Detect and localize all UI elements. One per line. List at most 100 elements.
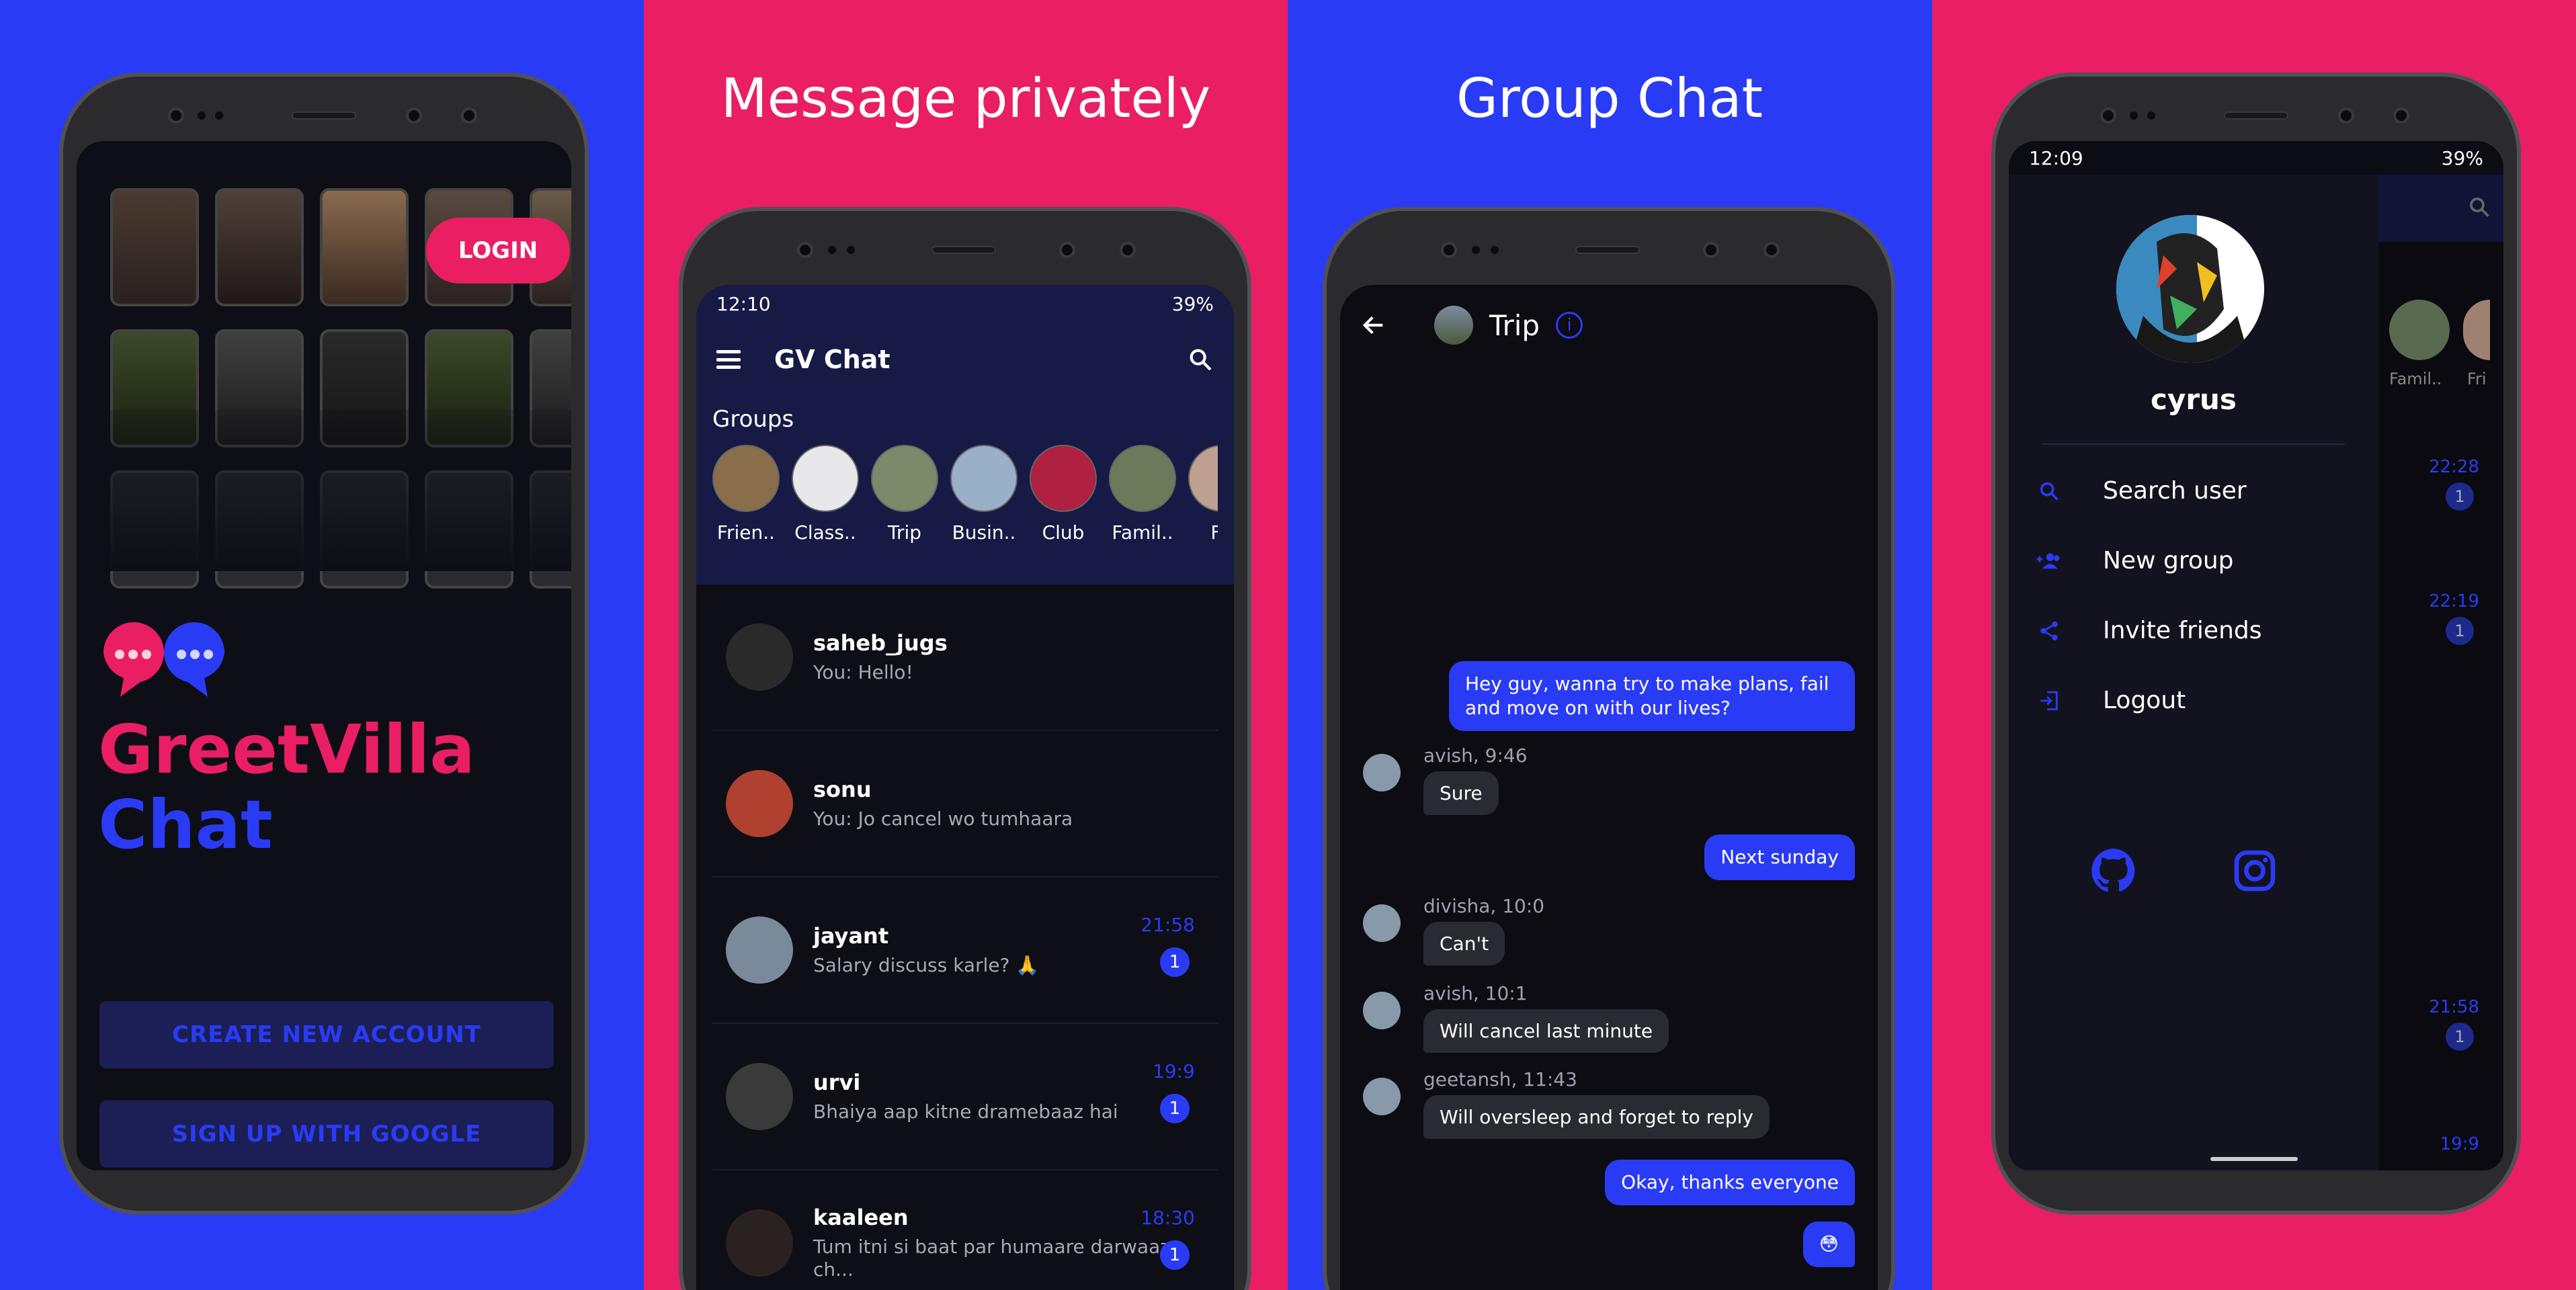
- chat-time: 18:30: [1140, 1207, 1195, 1229]
- chat-name: jayant: [813, 923, 889, 949]
- group-avatar: [871, 445, 938, 512]
- chat-row[interactable]: jayant Salary discuss karle? 🙏 21:58 1: [712, 877, 1218, 1024]
- unread-badge: 1: [1160, 1094, 1190, 1123]
- status-bar: 12:09 39%: [2009, 141, 2503, 175]
- chat-time: 19:9: [1153, 1060, 1195, 1082]
- google-signup-button[interactable]: SIGN UP WITH GOOGLE: [99, 1101, 554, 1168]
- chat-title: Trip: [1489, 308, 1540, 342]
- share-icon: [2040, 621, 2058, 640]
- group-item[interactable]: Club: [1030, 445, 1097, 544]
- unread-badge: 1: [2446, 617, 2474, 645]
- phone-screen: LOGIN GreetVilla Chat CREATE NEW ACCOUNT…: [77, 141, 571, 1170]
- search-icon[interactable]: [1187, 346, 1214, 373]
- menu-icon[interactable]: [716, 350, 741, 369]
- chat-last-message: You: Hello!: [813, 661, 913, 683]
- status-battery: 39%: [1171, 292, 1214, 315]
- gesture-handle: [2210, 1157, 2298, 1161]
- avatar: [1363, 1078, 1401, 1115]
- message-bubble-outgoing[interactable]: Okay, thanks everyone: [1605, 1160, 1855, 1205]
- group-avatar: [950, 445, 1017, 512]
- menu-item-search-user[interactable]: Search user: [2036, 477, 2247, 505]
- group-name: Frien..: [716, 521, 776, 544]
- group-avatar: [1188, 445, 1218, 512]
- avatar-tile: [320, 188, 409, 306]
- background-app-bar: [2378, 175, 2503, 242]
- message-bubble-incoming[interactable]: Will oversleep and forget to reply: [1423, 1095, 1770, 1139]
- login-button[interactable]: LOGIN: [426, 218, 570, 284]
- background-chat-list: Famil.. Fri 22:28 1 22:19 1 21:58 1 19:9: [2378, 175, 2503, 1170]
- status-time: 12:09: [2029, 146, 2083, 169]
- group-item[interactable]: Class..: [792, 445, 859, 544]
- phone-frame: 12:09 39% Famil.. Fri 22:28 1 22:19 1 21…: [1991, 73, 2521, 1215]
- sensor: [1491, 246, 1499, 254]
- message-bubble-incoming[interactable]: Sure: [1423, 771, 1499, 815]
- search-icon: [2470, 198, 2489, 217]
- chat-time: 19:9: [2440, 1134, 2479, 1154]
- message-bubble-outgoing[interactable]: Next sunday: [1704, 834, 1855, 880]
- chat-time: 21:58: [1140, 914, 1195, 936]
- status-bar: 12:10 39%: [696, 285, 1234, 322]
- menu-item-logout[interactable]: Logout: [2036, 687, 2186, 714]
- menu-item-invite-friends[interactable]: Invite friends: [2036, 617, 2262, 644]
- front-camera: [461, 108, 477, 124]
- avatar: [726, 916, 793, 984]
- phone-speaker: [292, 112, 356, 120]
- chat-last-message: You: Jo cancel wo tumhaara: [813, 808, 1073, 830]
- info-icon[interactable]: i: [1556, 312, 1583, 339]
- avatar: [1363, 904, 1401, 942]
- message-sender-time: geetansh, 11:43: [1423, 1068, 1577, 1090]
- chat-row[interactable]: urvi Bhaiya aap kitne dramebaaz hai 19:9 1: [712, 1024, 1218, 1170]
- group-item[interactable]: Famil..: [1109, 445, 1176, 544]
- front-camera: [168, 108, 184, 124]
- chat-row[interactable]: saheb_jugs You: Hello!: [712, 585, 1218, 731]
- chat-time: 22:28: [2429, 457, 2479, 477]
- chat-row[interactable]: kaaleen Tum itni si baat par humaare darw…: [712, 1170, 1218, 1290]
- avatar: [1363, 992, 1401, 1029]
- chat-time: 21:58: [2429, 997, 2479, 1017]
- chat-row[interactable]: sonu You: Jo cancel wo tumhaara: [712, 731, 1218, 877]
- profile-avatar[interactable]: [2116, 215, 2264, 363]
- message-bubble-outgoing[interactable]: Hey guy, wanna try to make plans, fail a…: [1449, 661, 1855, 731]
- panel-group-chat: Group Chat Trip i Hey guy, wanna try to …: [1288, 0, 1931, 1290]
- menu-item-label: New group: [2103, 547, 2234, 574]
- phone-screen: 12:10 39% GV Chat Groups Frien.. Class.. T…: [696, 285, 1234, 1290]
- phone-frame: 12:10 39% GV Chat Groups Frien.. Class.. T…: [679, 207, 1251, 1290]
- create-account-button[interactable]: CREATE NEW ACCOUNT: [99, 1001, 554, 1068]
- nav-drawer: cyrus Search user New group Invite frien…: [2009, 175, 2378, 1170]
- group-add-icon: [2036, 553, 2060, 568]
- front-camera: [2393, 108, 2409, 124]
- message-sender-time: divisha, 10:0: [1423, 895, 1545, 917]
- group-avatar: [712, 445, 780, 512]
- brand-line-2: Chat: [98, 785, 273, 864]
- group-item[interactable]: Busin..: [950, 445, 1017, 544]
- message-bubble-incoming[interactable]: Can't: [1423, 922, 1505, 965]
- menu-item-label: Logout: [2103, 687, 2186, 714]
- message-bubble-incoming[interactable]: Will cancel last minute: [1423, 1009, 1669, 1053]
- front-camera: [1703, 242, 1719, 258]
- avatar: [726, 770, 793, 837]
- message-sender-time: avish, 9:46: [1423, 744, 1528, 767]
- panel-login: LOGIN GreetVilla Chat CREATE NEW ACCOUNT…: [0, 0, 644, 1290]
- status-time: 12:10: [716, 292, 771, 315]
- phone-frame: LOGIN GreetVilla Chat CREATE NEW ACCOUNT…: [59, 73, 589, 1215]
- group-name: Busin..: [952, 521, 1016, 544]
- group-item[interactable]: Trip: [871, 445, 938, 544]
- phone-frame: Trip i Hey guy, wanna try to make plans,…: [1323, 207, 1895, 1290]
- group-name: Fri: [2467, 370, 2487, 388]
- menu-item-label: Search user: [2103, 477, 2247, 505]
- back-arrow-icon[interactable]: [1360, 312, 1387, 339]
- menu-item-new-group[interactable]: New group: [2036, 547, 2234, 574]
- app-title: GV Chat: [774, 345, 890, 374]
- front-camera: [1120, 242, 1136, 258]
- unread-badge: 1: [1160, 947, 1190, 977]
- message-bubble-outgoing[interactable]: 😳: [1802, 1221, 1855, 1267]
- avatar: [726, 624, 793, 691]
- panel-drawer: 12:09 39% Famil.. Fri 22:28 1 22:19 1 21…: [1932, 0, 2576, 1290]
- group-item[interactable]: Fri: [1188, 445, 1218, 544]
- avatar-tile: [215, 188, 304, 306]
- group-item[interactable]: Frien..: [712, 445, 780, 544]
- panel-private-message: Message privately 12:10 39% GV Chat Grou…: [644, 0, 1288, 1290]
- github-icon[interactable]: [2089, 847, 2138, 895]
- phone-screen: Trip i Hey guy, wanna try to make plans,…: [1340, 285, 1878, 1290]
- instagram-icon[interactable]: [2231, 847, 2279, 895]
